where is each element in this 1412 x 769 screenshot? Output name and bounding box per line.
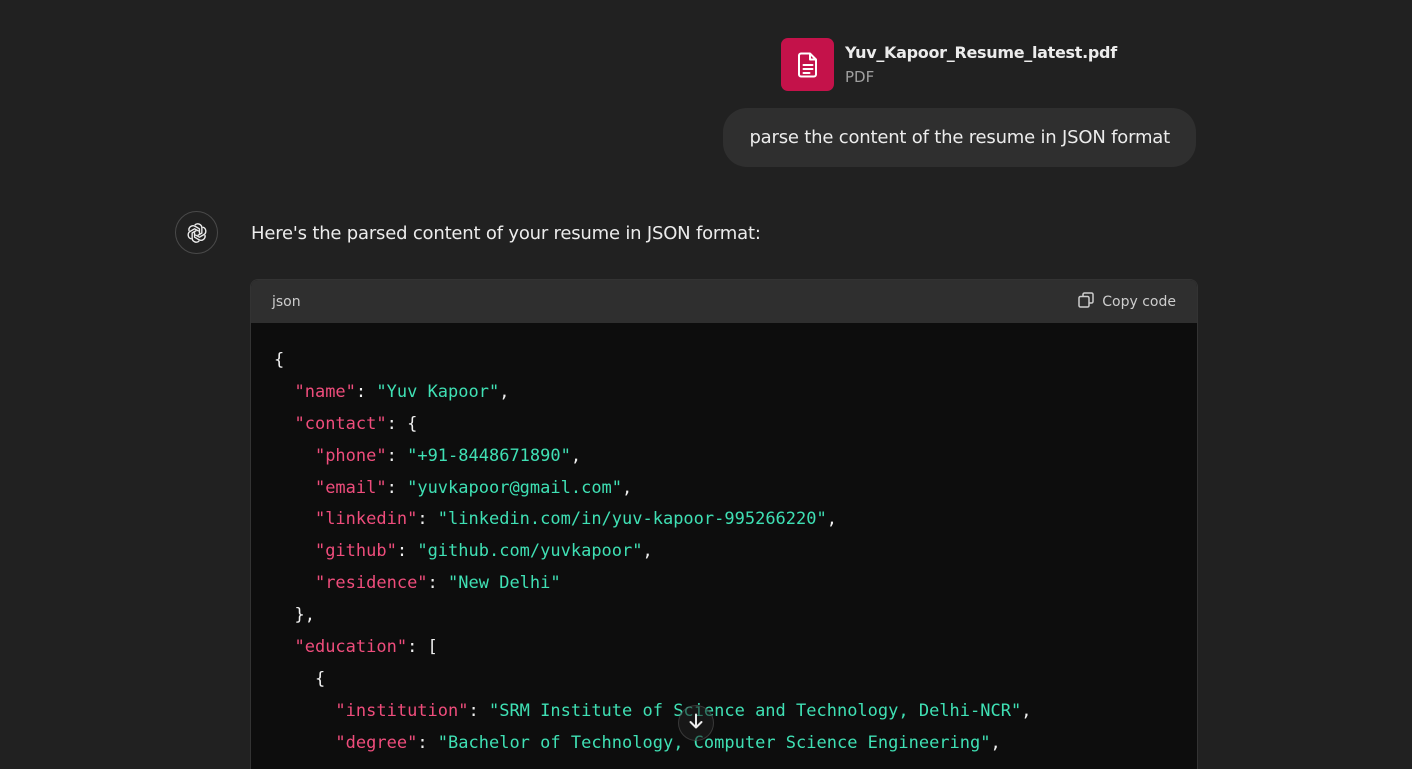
- json-string: "Yuv Kapoor": [376, 381, 500, 402]
- code-line: "email": "yuvkapoor@gmail.com",: [274, 473, 1174, 505]
- code-header: json Copy code: [251, 280, 1197, 323]
- json-punct: :: [396, 541, 418, 562]
- json-punct: {: [314, 668, 326, 689]
- code-line: "phone": "+91-8448671890",: [274, 441, 1174, 473]
- chat-page: Yuv_Kapoor_Resume_latest.pdf PDF parse t…: [0, 0, 1412, 769]
- json-string: "yuvkapoor@gmail.com": [407, 477, 623, 498]
- json-key: "degree": [335, 732, 418, 753]
- json-string: "github.com/yuvkapoor": [417, 541, 643, 562]
- file-type: PDF: [845, 68, 875, 86]
- json-punct: :: [417, 509, 438, 530]
- code-line: {: [274, 345, 1174, 377]
- document-icon: [781, 38, 834, 91]
- json-key: "linkedin": [314, 509, 418, 530]
- json-key: "name": [294, 381, 356, 402]
- assistant-intro-text: Here's the parsed content of your resume…: [251, 223, 761, 244]
- json-punct: :: [417, 732, 438, 753]
- json-string: "SRM Institute of Science and Technology…: [488, 700, 1022, 721]
- json-punct: ,: [1021, 700, 1032, 721]
- openai-logo-icon: [175, 211, 218, 254]
- json-key: "phone": [314, 445, 387, 466]
- code-line: {: [274, 664, 1174, 696]
- json-punct: ,: [499, 381, 510, 402]
- file-attachment[interactable]: Yuv_Kapoor_Resume_latest.pdf PDF: [781, 38, 1117, 91]
- code-line: "degree": "Bachelor of Technology, Compu…: [274, 728, 1174, 760]
- code-line: "residence": "New Delhi": [274, 568, 1174, 600]
- copy-icon: [1077, 291, 1095, 313]
- json-key: "institution": [335, 700, 469, 721]
- json-punct: ,: [642, 541, 653, 562]
- code-block: json Copy code { "name": "Yuv Kapoor", "…: [250, 279, 1198, 769]
- copy-code-button[interactable]: Copy code: [1077, 291, 1176, 313]
- code-content: { "name": "Yuv Kapoor", "contact": { "ph…: [251, 323, 1197, 760]
- json-key: "email": [314, 477, 387, 498]
- json-punct: ,: [570, 445, 582, 466]
- scroll-to-bottom-button[interactable]: [678, 705, 714, 741]
- json-punct: :: [355, 381, 377, 402]
- code-line: "github": "github.com/yuvkapoor",: [274, 536, 1174, 568]
- json-punct: ,: [622, 477, 633, 498]
- json-punct: : {: [386, 413, 418, 434]
- json-punct: :: [468, 700, 489, 721]
- json-punct: :: [386, 477, 408, 498]
- json-key: "education": [294, 637, 408, 658]
- json-punct: :: [386, 445, 408, 466]
- code-line: "institution": "SRM Institute of Science…: [274, 696, 1174, 728]
- json-string: "New Delhi": [448, 573, 561, 594]
- json-key: "contact": [294, 413, 387, 434]
- json-string: "linkedin.com/in/yuv-kapoor-995266220": [437, 509, 827, 530]
- copy-code-label: Copy code: [1102, 293, 1176, 310]
- json-string: "Bachelor of Technology, Computer Scienc…: [437, 732, 991, 753]
- json-key: "github": [314, 541, 397, 562]
- json-punct: {: [274, 350, 285, 370]
- json-key: "residence": [314, 573, 428, 594]
- json-punct: ,: [990, 732, 1001, 753]
- json-punct: ,: [826, 509, 837, 530]
- json-punct: },: [294, 605, 315, 626]
- code-line: "education": [: [274, 632, 1174, 664]
- file-name: Yuv_Kapoor_Resume_latest.pdf: [845, 43, 1117, 62]
- code-language-label: json: [272, 293, 301, 310]
- code-line: },: [274, 600, 1174, 632]
- code-line: "contact": {: [274, 409, 1174, 441]
- arrow-down-icon: [687, 712, 705, 734]
- user-message: parse the content of the resume in JSON …: [723, 108, 1196, 167]
- code-line: "linkedin": "linkedin.com/in/yuv-kapoor-…: [274, 504, 1174, 536]
- json-string: "+91-8448671890": [407, 445, 571, 466]
- code-line: "name": "Yuv Kapoor",: [274, 377, 1174, 409]
- json-punct: : [: [407, 637, 438, 658]
- json-punct: :: [427, 573, 449, 594]
